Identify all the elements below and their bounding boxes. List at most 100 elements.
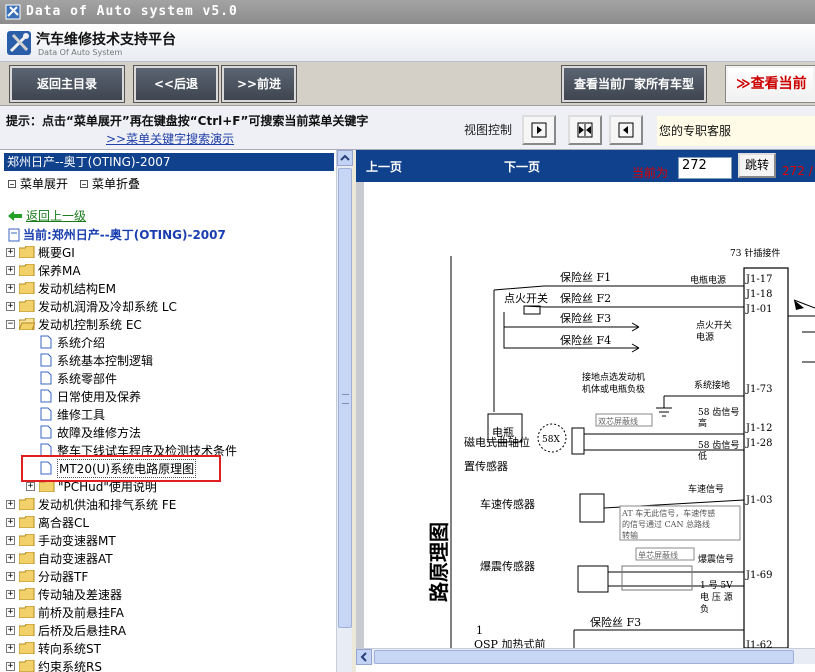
all-models-button[interactable]: 查看当前厂家所有车型 — [561, 65, 707, 103]
connector-label: 73 针插接件 — [730, 247, 780, 259]
tree-item[interactable]: + 手动变速器MT — [6, 531, 116, 549]
diagram-vertical-title: 路原理图 — [427, 522, 451, 602]
search-demo-link[interactable]: >>菜单关键字搜索演示 — [106, 130, 234, 147]
diagram-viewport[interactable]: 73 针插接件 保险丝 F1 保险丝 F2 保险丝 F3 保险丝 F4 点火开关… — [356, 182, 815, 648]
scroll-thumb[interactable] — [338, 168, 352, 628]
plus-icon[interactable]: + — [6, 553, 15, 563]
tree-leaf[interactable]: 系统基本控制逻辑 — [40, 351, 153, 369]
home-button[interactable]: 返回主目录 — [9, 65, 125, 103]
folder-icon — [19, 282, 35, 294]
view-split-button[interactable] — [568, 115, 602, 145]
tree-item[interactable]: + 发动机供油和排气系统 FE — [6, 495, 176, 513]
search-hint: 提示：点击“菜单展开”再在键盘按“Ctrl+F”可搜索当前菜单关键字 — [6, 114, 369, 128]
view-current-button[interactable]: ≫查看当前 — [725, 65, 815, 103]
app-header: 汽车维修技术支持平台 Data Of Auto System — [0, 24, 815, 62]
tree-item[interactable]: + 保养MA — [6, 261, 81, 279]
menu-collapse-button[interactable]: 菜单折叠 — [80, 175, 140, 192]
view-expand-right-button[interactable] — [522, 115, 556, 145]
scroll-up-button[interactable] — [337, 150, 353, 166]
fuse5-label: 保险丝 F3 — [590, 615, 641, 629]
ign-power-label-2: 电源 — [696, 331, 714, 343]
plus-icon[interactable]: + — [6, 283, 15, 293]
h-scroll-thumb[interactable] — [374, 650, 794, 664]
tree-item[interactable]: + 发动机润滑及冷却系统 LC — [6, 297, 177, 315]
back-button[interactable]: <<后退 — [133, 65, 219, 103]
diagram-horizontal-scrollbar[interactable] — [356, 648, 815, 665]
tree-item-expanded[interactable]: − 发动机控制系统 EC — [6, 315, 142, 333]
at-note-3: 转输 — [622, 530, 638, 540]
document-icon — [40, 353, 52, 367]
folder-icon — [19, 246, 35, 258]
plus-icon[interactable]: + — [6, 589, 15, 599]
tree-item[interactable]: + 前桥及前悬挂FA — [6, 603, 124, 621]
view-expand-left-button[interactable] — [609, 115, 643, 145]
folder-icon — [19, 498, 35, 510]
double-chevron-icon: ≫ — [736, 76, 751, 92]
plus-icon[interactable]: + — [6, 301, 15, 311]
plus-icon[interactable]: + — [6, 517, 15, 527]
current-page-label: 当前为 — [632, 166, 669, 180]
tree-leaf[interactable]: 日常使用及保养 — [40, 387, 141, 405]
expand-icon — [8, 179, 16, 188]
prev-page-button[interactable]: 上一页 — [366, 158, 402, 175]
page-number-input[interactable]: 272 — [678, 157, 732, 179]
main-toolbar: 返回主目录 <<后退 >>前进 查看当前厂家所有车型 ≫查看当前 — [0, 62, 815, 106]
folder-icon — [19, 300, 35, 312]
tree-leaf[interactable]: 系统介绍 — [40, 333, 105, 351]
tree-item[interactable]: + 概要GI — [6, 243, 75, 261]
plus-icon[interactable]: + — [6, 607, 15, 617]
menu-expand-button[interactable]: 菜单展开 — [8, 175, 68, 192]
ign-power-label-1: 点火开关 — [696, 319, 732, 331]
tooth-low-2: 低 — [698, 450, 707, 462]
tree-item[interactable]: + 约束系统RS — [6, 657, 102, 672]
sys-ground-label: 系统接地 — [694, 379, 730, 391]
tree-item[interactable]: + 分动器TF — [6, 567, 88, 585]
at-note-2: 的信号通过 CAN 总路线 — [622, 519, 710, 529]
tree-item[interactable]: + 转向系统ST — [6, 639, 101, 657]
plus-icon[interactable]: + — [6, 499, 15, 509]
customer-service[interactable]: 您的专职客服 — [657, 116, 815, 146]
folder-icon — [19, 660, 35, 672]
plus-icon[interactable]: + — [6, 535, 15, 545]
jump-button[interactable]: 跳转 — [738, 153, 776, 178]
ground-note-1: 接地点选发动机 — [582, 371, 645, 383]
document-icon — [40, 335, 52, 349]
menu-vertical-scrollbar[interactable] — [336, 150, 353, 672]
crank-sensor-label-1: 磁电式曲轴位 — [464, 435, 530, 449]
folder-icon — [19, 588, 35, 600]
document-icon — [40, 425, 52, 439]
app-icon — [5, 4, 21, 20]
plus-icon[interactable]: + — [6, 661, 15, 671]
minus-icon[interactable]: − — [6, 319, 15, 329]
fuse3-label: 保险丝 F3 — [560, 311, 611, 325]
fuse4-label: 保险丝 F4 — [560, 333, 611, 347]
tree-item[interactable]: + 离合器CL — [6, 513, 89, 531]
arrow-left-bar-icon — [618, 122, 634, 138]
tree-item[interactable]: + 后桥及后悬挂RA — [6, 621, 126, 639]
plus-icon[interactable]: + — [26, 481, 35, 491]
forward-button[interactable]: >>前进 — [221, 65, 297, 103]
plus-icon[interactable]: + — [6, 265, 15, 275]
next-page-button[interactable]: 下一页 — [504, 158, 540, 175]
fuse1-label: 保险丝 F1 — [560, 270, 611, 284]
pin-label: J1-12 — [745, 423, 772, 434]
car-title-bar: 郑州日产--奥丁(OTING)-2007 — [4, 153, 334, 171]
tree-item[interactable]: + 传动轴及差速器 — [6, 585, 122, 603]
tooth-high-2: 高 — [698, 417, 707, 429]
tree-leaf[interactable]: 维修工具 — [40, 405, 105, 423]
tree-item[interactable]: + 自动变速器AT — [6, 549, 113, 567]
scroll-left-button[interactable] — [356, 649, 372, 665]
plus-icon[interactable]: + — [6, 571, 15, 581]
tree-leaf[interactable]: 故障及维修方法 — [40, 423, 141, 441]
plus-icon[interactable]: + — [6, 625, 15, 635]
plus-icon[interactable]: + — [6, 247, 15, 257]
window-title: Data of Auto system v5.0 — [26, 4, 238, 19]
tree-item[interactable]: + 发动机结构EM — [6, 279, 116, 297]
tree-leaf[interactable]: 系统零部件 — [40, 369, 117, 387]
plus-icon[interactable]: + — [6, 643, 15, 653]
back-up-link[interactable]: 返回上一级 — [8, 207, 86, 224]
osp-num: 1 — [476, 624, 483, 637]
wiring-diagram: 73 针插接件 保险丝 F1 保险丝 F2 保险丝 F3 保险丝 F4 点火开关… — [427, 247, 815, 648]
open-folder-icon — [19, 318, 35, 330]
folder-icon — [19, 264, 35, 276]
